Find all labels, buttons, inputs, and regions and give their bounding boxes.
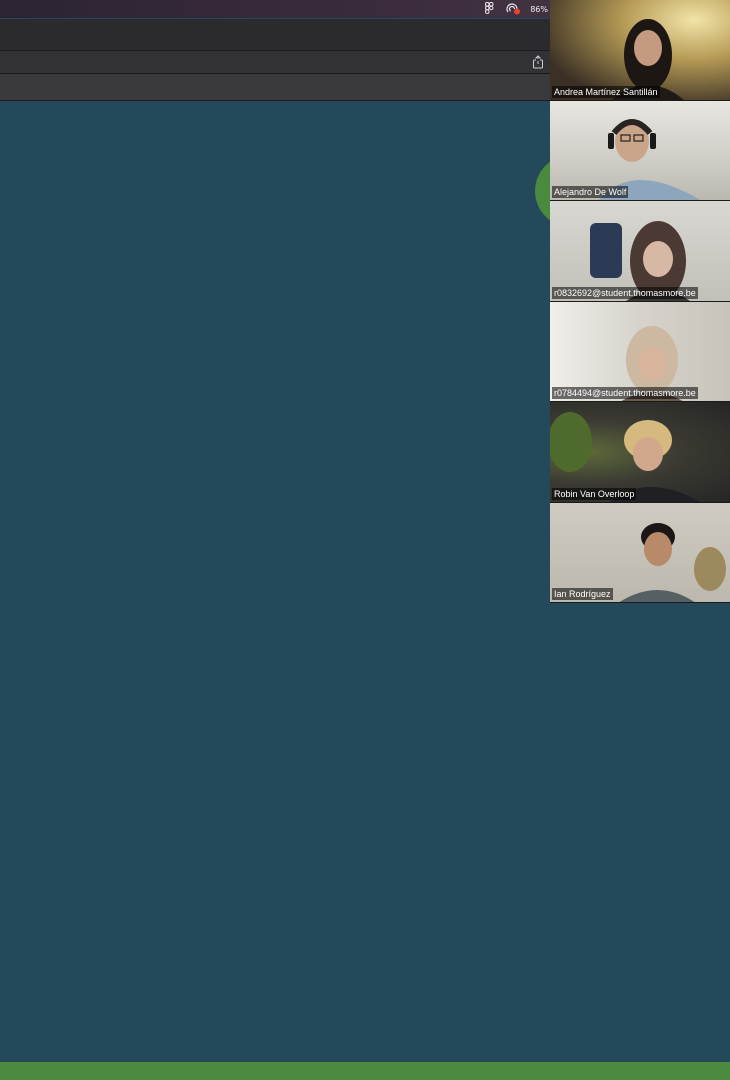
participant-name-label: Andrea Martínez Santillán (552, 85, 660, 98)
menu-bar-status-items: 86% (485, 2, 548, 16)
browser-address-bar[interactable] (0, 51, 550, 74)
figma-icon[interactable] (485, 2, 494, 16)
participant-video-tile[interactable]: r0784494@student.thomasmore.be (550, 301, 730, 402)
bottom-green-strip (0, 1062, 730, 1080)
browser-tab-bar (0, 19, 550, 51)
participant-name-label: r0784494@student.thomasmore.be (552, 387, 698, 399)
participant-name-label: r0832692@student.thomasmore.be (552, 286, 698, 299)
browser-bookmarks-bar (0, 74, 550, 101)
screen-record-icon[interactable] (506, 3, 521, 15)
share-icon[interactable] (532, 55, 544, 69)
participant-name-label: Ian Rodríguez (552, 588, 613, 600)
battery-percentage: 86% (530, 4, 548, 14)
participant-name-label: Alejandro De Wolf (552, 186, 629, 198)
participant-video-tile[interactable]: r0832692@student.thomasmore.be (550, 201, 730, 302)
participant-video-tile[interactable]: Andrea Martínez Santillán (550, 0, 730, 101)
participant-video-panel: Andrea Martínez Santillán Alejandro De W… (550, 0, 730, 603)
participant-video-tile[interactable]: Ian Rodríguez (550, 502, 730, 603)
participant-video-tile[interactable]: Robin Van Overloop (550, 402, 730, 503)
participant-name-label: Robin Van Overloop (552, 487, 637, 500)
participant-video-tile[interactable]: Alejandro De Wolf (550, 100, 730, 201)
